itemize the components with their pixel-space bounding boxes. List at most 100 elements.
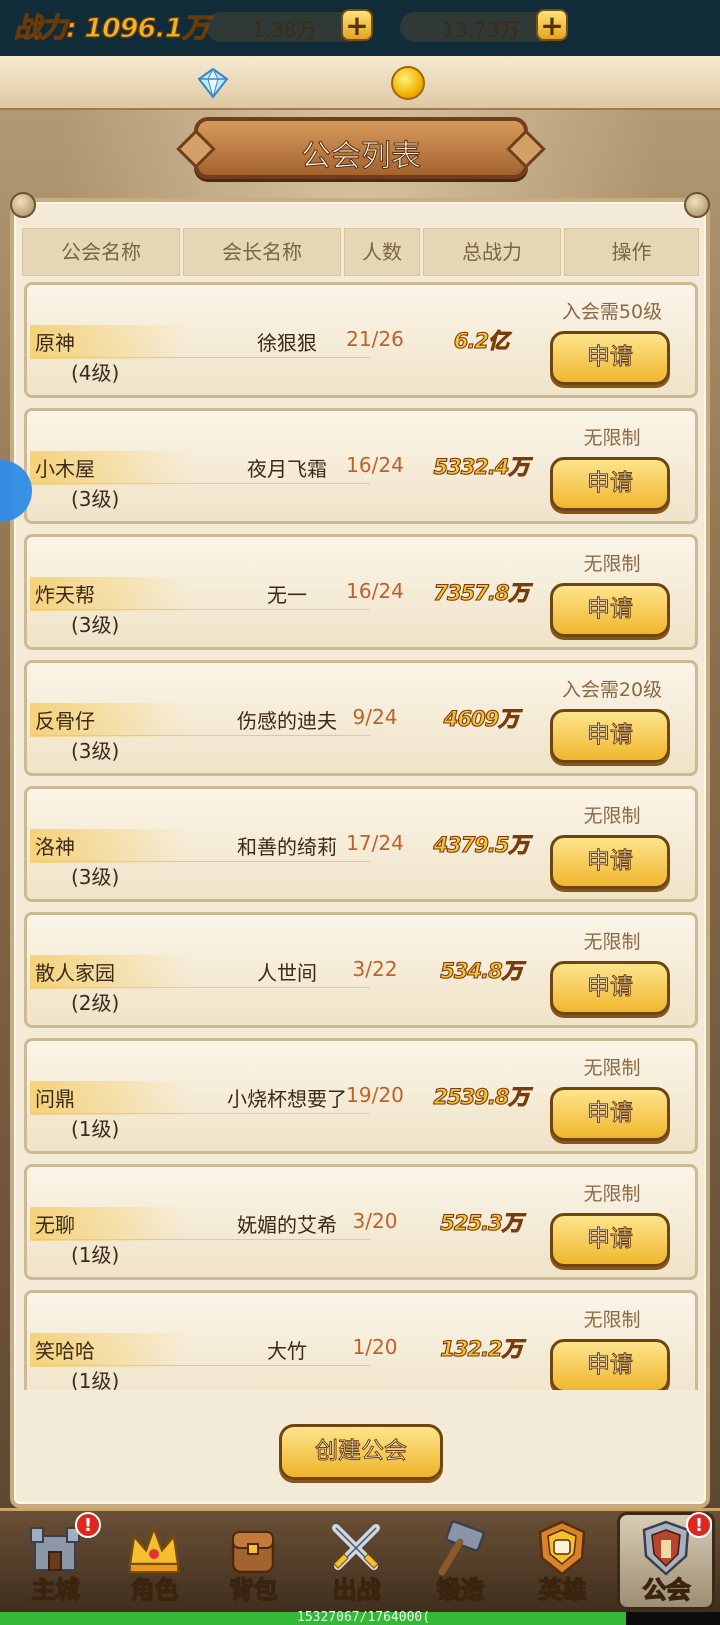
nav-label: 出战 [332, 1575, 381, 1604]
join-requirement: 无限制 [583, 1309, 641, 1331]
title-banner: 公会列表 [194, 117, 528, 179]
apply-button[interactable]: 申请 [550, 1087, 670, 1141]
apply-button[interactable]: 申请 [550, 457, 670, 511]
nav-item-backpack[interactable]: 背包 [206, 1514, 301, 1606]
gold-coin-icon [391, 66, 425, 100]
member-count: 16/24 [346, 579, 404, 603]
member-count: 17/24 [346, 831, 404, 855]
apply-button[interactable]: 申请 [550, 331, 670, 385]
apply-button[interactable]: 申请 [550, 1339, 670, 1390]
nav-label: 角色 [130, 1575, 179, 1604]
guild-row: 洛神 (3级) 和善的绮莉 17/24 4379.5万 无限制 申请 [24, 786, 698, 902]
guild-level: (4级) [71, 361, 120, 385]
guild-level: (3级) [71, 865, 120, 889]
guild-name: 散人家园 [35, 961, 115, 985]
apply-button[interactable]: 申请 [550, 961, 670, 1015]
join-requirement: 入会需20级 [561, 679, 663, 701]
guild-level: (3级) [71, 487, 120, 511]
experience-text: 15327067/1764000( [297, 1610, 431, 1625]
header-total-power: 总战力 [423, 228, 561, 276]
join-requirement: 无限制 [583, 805, 641, 827]
add-coins-button[interactable]: + [536, 9, 568, 41]
guild-row: 问鼎 (1级) 小烧杯想要了 19/20 2539.8万 无限制 申请 [24, 1038, 698, 1154]
panel-pin-left [10, 192, 36, 218]
diamond-icon [197, 67, 229, 99]
nav-item-forge[interactable]: 锻造 [413, 1514, 508, 1606]
guild-level: (3级) [71, 613, 120, 637]
join-requirement: 无限制 [583, 553, 641, 575]
guild-row: 小木屋 (3级) 夜月飞霜 16/24 5332.4万 无限制 申请 [24, 408, 698, 524]
guild-row: 笑哈哈 (1级) 大竹 1/20 132.2万 无限制 申请 [24, 1290, 698, 1390]
nav-item-heroes[interactable]: 英雄 [515, 1514, 610, 1606]
alert-badge: ! [75, 1512, 101, 1538]
header-members: 人数 [344, 228, 420, 276]
guild-name: 反骨仔 [35, 709, 95, 733]
member-count: 19/20 [346, 1083, 404, 1107]
crown-icon [128, 1524, 180, 1573]
guild-level: (2级) [71, 991, 120, 1015]
nav-item-main-city[interactable]: 主城 ! [8, 1512, 103, 1606]
panel-pin-right [684, 192, 710, 218]
hero-fist-icon [538, 1520, 586, 1576]
guild-row: 散人家园 (2级) 人世间 3/22 534.8万 无限制 申请 [24, 912, 698, 1028]
member-count: 21/26 [346, 327, 404, 351]
page-title: 公会列表 [301, 139, 422, 175]
member-count: 16/24 [346, 453, 404, 477]
apply-button[interactable]: 申请 [550, 835, 670, 889]
guild-power: 4609万 [443, 706, 520, 731]
guild-name: 问鼎 [35, 1087, 75, 1111]
nav-label: 主城 [31, 1575, 80, 1604]
nav-item-battle[interactable]: 出战 [309, 1514, 404, 1606]
guild-level: (1级) [71, 1369, 120, 1390]
guild-name: 无聊 [35, 1213, 75, 1237]
join-requirement: 无限制 [583, 1183, 641, 1205]
guild-name: 小木屋 [35, 457, 95, 481]
guild-row: 反骨仔 (3级) 伤感的迪夫 9/24 4609万 入会需20级 申请 [24, 660, 698, 776]
guild-power: 7357.8万 [433, 580, 530, 605]
guild-power: 6.2亿 [453, 328, 509, 353]
guild-level: (1级) [71, 1243, 120, 1267]
guild-power: 534.8万 [440, 958, 524, 983]
guild-name: 炸天帮 [35, 583, 95, 607]
guild-list: 原神 (4级) 徐狠狠 21/26 6.2亿 入会需50级 申请 小木屋 (3级… [22, 282, 700, 1390]
guild-power: 2539.8万 [433, 1084, 530, 1109]
nav-label: 英雄 [538, 1575, 587, 1604]
guild-power: 525.3万 [440, 1210, 524, 1235]
header-leader-name: 会长名称 [183, 228, 341, 276]
create-guild-button[interactable]: 创建公会 [279, 1424, 443, 1480]
member-count: 1/20 [352, 1335, 398, 1359]
hammer-icon [438, 1520, 485, 1576]
header-guild-name: 公会名称 [22, 228, 180, 276]
join-requirement: 无限制 [583, 931, 641, 953]
guild-power: 4379.5万 [433, 832, 530, 857]
member-count: 3/20 [352, 1209, 398, 1233]
join-requirement: 无限制 [583, 1057, 641, 1079]
join-requirement: 无限制 [583, 427, 641, 449]
bag-icon [231, 1530, 275, 1574]
guild-name: 洛神 [35, 835, 75, 859]
nav-item-character[interactable]: 角色 [107, 1514, 202, 1606]
member-count: 3/22 [352, 957, 398, 981]
gem-count: 1.38万 [252, 18, 317, 42]
join-requirement: 入会需50级 [561, 301, 663, 323]
guild-row: 原神 (4级) 徐狠狠 21/26 6.2亿 入会需50级 申请 [24, 282, 698, 398]
apply-button[interactable]: 申请 [550, 1213, 670, 1267]
crossed-swords-icon [332, 1524, 380, 1570]
guild-power: 5332.4万 [433, 454, 530, 479]
guild-level: (3级) [71, 739, 120, 763]
experience-bar: 15327067/1764000( [0, 1610, 720, 1625]
guild-power: 132.2万 [440, 1336, 524, 1361]
combat-power: 战力: 1096.1万 [13, 12, 210, 44]
nav-label: 锻造 [436, 1575, 485, 1604]
nav-item-guild[interactable]: 公会 ! [619, 1512, 714, 1606]
apply-button[interactable]: 申请 [550, 709, 670, 763]
header-action: 操作 [564, 228, 699, 276]
guild-name: 笑哈哈 [35, 1339, 95, 1363]
apply-button[interactable]: 申请 [550, 583, 670, 637]
guild-name: 原神 [35, 331, 75, 355]
guild-row: 炸天帮 (3级) 无一 16/24 7357.8万 无限制 申请 [24, 534, 698, 650]
nav-label: 公会 [642, 1575, 691, 1604]
resource-bar [0, 56, 720, 110]
add-gems-button[interactable]: + [341, 9, 373, 41]
alert-badge: ! [686, 1512, 712, 1538]
